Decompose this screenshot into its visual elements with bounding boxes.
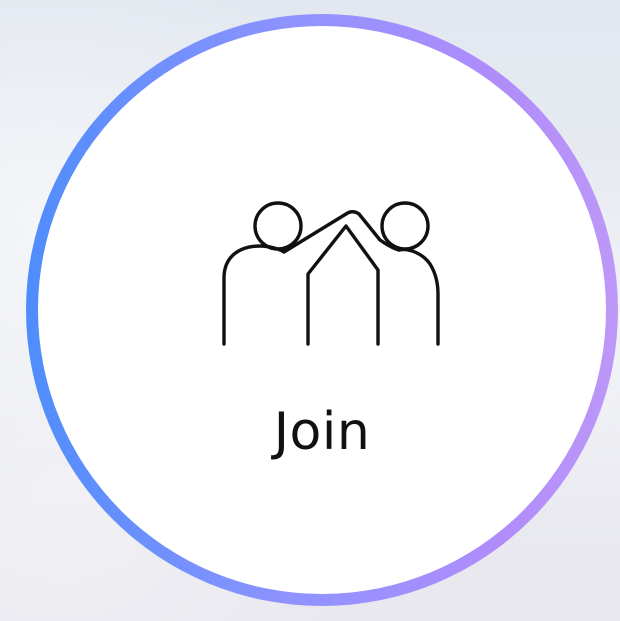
join-button-face[interactable]: Join bbox=[38, 26, 606, 594]
join-button[interactable]: Join bbox=[26, 14, 618, 606]
high-five-people-icon bbox=[218, 194, 440, 350]
join-label: Join bbox=[273, 402, 371, 462]
